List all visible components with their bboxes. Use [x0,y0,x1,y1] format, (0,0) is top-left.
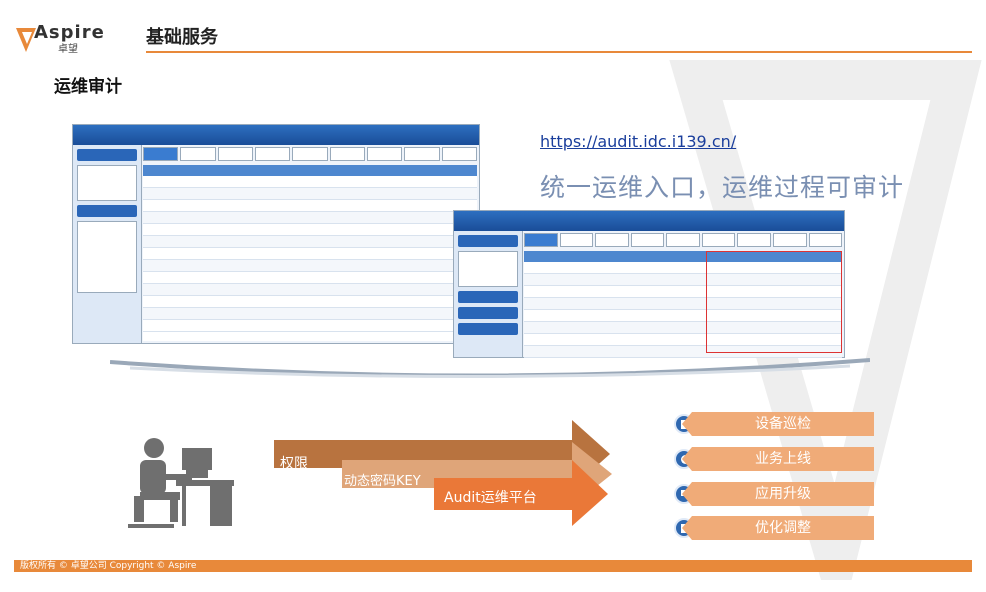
reflection-arc [110,358,870,379]
page-title: 基础服务 [146,27,218,48]
screenshot-sidebar [73,145,142,343]
copyright-footer: 版权所有 © 卓望公司 Copyright © Aspire [14,560,972,572]
audit-screenshot-main [72,124,480,344]
screenshot-sidebar [454,231,523,357]
task-service-launch: 业务上线 [682,447,874,471]
brand-sub: 卓望 [58,44,78,55]
flow-step-permission: 权限 [280,456,308,472]
task-app-upgrade: 应用升级 [682,482,874,506]
operator-icon [128,438,234,528]
highlight-box [706,251,842,353]
task-device-inspection: 设备巡检 [682,412,874,436]
screenshot-table [143,165,477,341]
task-optimization: 优化调整 [682,516,874,540]
screenshot-header [73,125,479,145]
screenshot-tabs [524,233,843,247]
screenshot-tabs [143,147,477,161]
title-divider [146,51,972,53]
flow-step-audit-platform: Audit运维平台 [444,490,537,506]
slogan-text: 统一运维入口，运维过程可审计 [540,173,905,202]
flow-arrows [274,420,612,526]
screenshot-header [454,211,844,231]
audit-url-link[interactable]: https://audit.idc.i139.cn/ [540,132,736,151]
audit-screenshot-secondary [453,210,845,358]
section-title: 运维审计 [54,77,122,97]
flow-step-otp-key: 动态密码KEY [344,474,421,489]
